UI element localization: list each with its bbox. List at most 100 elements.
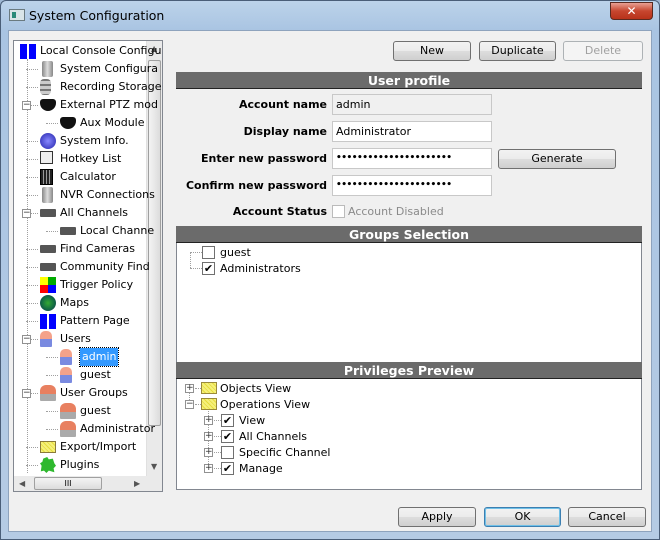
- tree-item[interactable]: NVR Connections: [14, 186, 155, 204]
- tree-item[interactable]: Local Channe: [14, 222, 154, 240]
- navigation-tree[interactable]: ▲ ▼ ◀ III ▶ Local Console Configu System …: [13, 40, 163, 492]
- tree-item-label: Maps: [60, 296, 89, 309]
- privilege-label: Specific Channel: [239, 446, 331, 459]
- confirm-password-field[interactable]: ••••••••••••••••••••••: [332, 175, 492, 196]
- tree-item[interactable]: Maps: [14, 294, 146, 312]
- tree-item[interactable]: − User Groups: [14, 384, 146, 402]
- dome-camera-icon: [60, 117, 76, 129]
- expand-privilege[interactable]: +: [204, 448, 213, 457]
- grid-icon: [20, 43, 36, 59]
- group-administrators-checkbox[interactable]: ✔: [202, 262, 215, 275]
- tree-item-label: Users: [60, 332, 91, 345]
- user-icon: [60, 367, 72, 383]
- group-icon: [40, 385, 56, 401]
- tree-item[interactable]: guest: [14, 402, 146, 420]
- tree-item[interactable]: Find Cameras: [14, 240, 146, 258]
- account-name-label: Account name: [238, 98, 327, 111]
- tree-item[interactable]: Local Console Configu: [14, 42, 161, 60]
- account-name-field[interactable]: admin: [332, 94, 492, 115]
- folder-icon: [40, 441, 56, 453]
- operations-view-label: Operations View: [220, 398, 311, 411]
- cancel-button[interactable]: Cancel: [568, 507, 646, 527]
- close-button[interactable]: ✕: [610, 2, 653, 20]
- grid-icon: [40, 313, 56, 329]
- privilege-label: All Channels: [239, 430, 308, 443]
- user-profile-header: User profile: [176, 72, 642, 89]
- group-guest-checkbox[interactable]: [202, 246, 215, 259]
- group-administrators-label: Administrators: [220, 262, 301, 275]
- privileges-preview-header: Privileges Preview: [176, 362, 642, 379]
- display-name-field[interactable]: Administrator: [332, 121, 492, 142]
- camera-icon: [40, 263, 56, 271]
- delete-button[interactable]: Delete: [563, 41, 643, 61]
- tree-item[interactable]: Export/Import: [14, 438, 146, 456]
- info-icon: [40, 133, 56, 149]
- privilege-checkbox[interactable]: [221, 446, 234, 459]
- ok-button[interactable]: OK: [484, 507, 561, 527]
- privilege-checkbox[interactable]: ✔: [221, 430, 234, 443]
- tree-item[interactable]: Community Find: [14, 258, 150, 276]
- tree-item[interactable]: Administrator: [14, 420, 155, 438]
- calculator-icon: [40, 169, 53, 185]
- tree-item[interactable]: guest: [14, 366, 146, 384]
- tree-item[interactable]: − Users: [14, 330, 146, 348]
- collapse-toggle[interactable]: −: [22, 335, 31, 344]
- groups-selection-header: Groups Selection: [176, 226, 642, 243]
- collapse-toggle[interactable]: −: [22, 389, 31, 398]
- collapse-operations-view[interactable]: −: [185, 400, 194, 409]
- expand-objects-view[interactable]: +: [185, 384, 194, 393]
- tree-item[interactable]: − External PTZ mod: [14, 96, 158, 114]
- tree-item-label: guest: [80, 368, 111, 381]
- database-icon: [40, 79, 51, 95]
- tree-item-label: External PTZ mod: [60, 98, 158, 111]
- scroll-right-icon[interactable]: ▶: [134, 479, 140, 488]
- expand-privilege[interactable]: +: [204, 464, 213, 473]
- generate-button[interactable]: Generate: [498, 149, 616, 169]
- account-disabled-checkbox[interactable]: [332, 205, 345, 218]
- expand-privilege[interactable]: +: [204, 416, 213, 425]
- privilege-checkbox[interactable]: ✔: [221, 462, 234, 475]
- user-icon: [60, 349, 72, 365]
- hscroll-thumb[interactable]: III: [34, 477, 102, 490]
- display-name-label: Display name: [243, 125, 327, 138]
- horizontal-scrollbar[interactable]: ◀ III ▶: [14, 476, 162, 491]
- window-title: System Configuration: [29, 8, 165, 23]
- tree-item-label: NVR Connections: [60, 188, 155, 201]
- scroll-down-icon[interactable]: ▼: [151, 462, 157, 471]
- folder-icon: [201, 398, 217, 410]
- tree-item-label: Administrator: [80, 422, 155, 435]
- apply-button[interactable]: Apply: [398, 507, 476, 527]
- tree-item[interactable]: System Configura: [14, 60, 158, 78]
- tree-item-label: System Info.: [60, 134, 129, 147]
- tree-item-label: Export/Import: [60, 440, 137, 453]
- globe-icon: [40, 295, 56, 311]
- collapse-toggle[interactable]: −: [22, 209, 31, 218]
- privilege-checkbox[interactable]: ✔: [221, 414, 234, 427]
- tree-item-label: Hotkey List: [60, 152, 122, 165]
- tree-item[interactable]: Hotkey List: [14, 150, 146, 168]
- tree-item[interactable]: Aux Module: [14, 114, 146, 132]
- tree-item[interactable]: System Info.: [14, 132, 146, 150]
- tree-item[interactable]: − All Channels: [14, 204, 146, 222]
- tree-item-label: Trigger Policy: [60, 278, 134, 291]
- password-field[interactable]: ••••••••••••••••••••••: [332, 148, 492, 169]
- user-icon: [40, 331, 52, 347]
- key-icon: [40, 151, 53, 164]
- new-button[interactable]: New: [393, 41, 471, 61]
- collapse-toggle[interactable]: −: [22, 101, 31, 110]
- tree-item[interactable]: Trigger Policy: [14, 276, 146, 294]
- expand-privilege[interactable]: +: [204, 432, 213, 441]
- tree-item[interactable]: admin: [14, 347, 146, 367]
- duplicate-button[interactable]: Duplicate: [479, 41, 556, 61]
- tree-item[interactable]: Pattern Page: [14, 312, 146, 330]
- group-guest-label: guest: [220, 246, 251, 259]
- tree-item-label: guest: [80, 404, 111, 417]
- tree-item[interactable]: Calculator: [14, 168, 146, 186]
- tree-item[interactable]: Recording Storage: [14, 78, 162, 96]
- scroll-left-icon[interactable]: ◀: [19, 479, 25, 488]
- puzzle-icon: [40, 457, 56, 473]
- tree-item-label: Find Cameras: [60, 242, 135, 255]
- tree-item-label: All Channels: [60, 206, 129, 219]
- tree-item[interactable]: Plugins: [14, 456, 146, 474]
- scroll-thumb[interactable]: [148, 60, 161, 426]
